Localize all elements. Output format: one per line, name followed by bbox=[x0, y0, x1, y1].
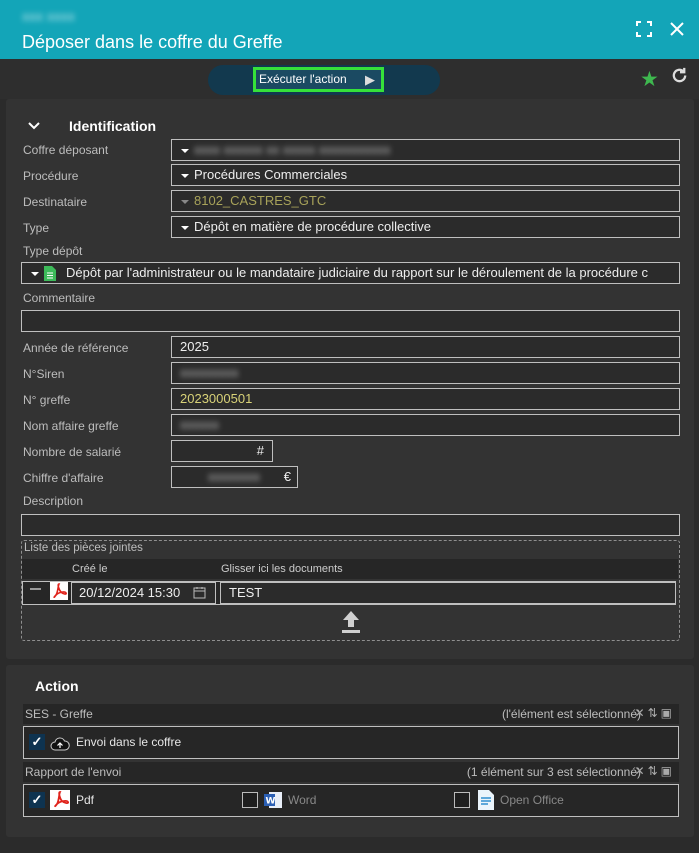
execute-container: Exécuter l'action ▶ bbox=[208, 65, 440, 95]
salaries-label: Nombre de salarié bbox=[23, 445, 122, 459]
refresh-icon[interactable] bbox=[670, 66, 689, 91]
attachments-list-label: Liste des pièces jointes bbox=[24, 542, 143, 554]
window-subtitle: xxx xxxx bbox=[22, 8, 75, 24]
type-depot-label: Type dépôt bbox=[23, 244, 83, 258]
description-label: Description bbox=[23, 494, 84, 508]
ses-options: ✓ Envoi dans le coffre bbox=[23, 726, 679, 759]
ses-status: (l'élément est sélectionné) bbox=[501, 707, 641, 721]
pdf-format-icon bbox=[50, 790, 70, 810]
window-title: Déposer dans le coffre du Greffe bbox=[22, 32, 283, 52]
envoi-checkbox[interactable]: ✓ bbox=[29, 734, 45, 750]
execute-action-button[interactable]: Exécuter l'action ▶ bbox=[253, 67, 384, 92]
openoffice-label: Open Office bbox=[500, 793, 564, 807]
report-tools-icon[interactable]: ✕⇅▣ bbox=[635, 764, 675, 778]
remove-row-icon[interactable] bbox=[30, 588, 41, 590]
ses-tools-icon[interactable]: ✕⇅▣ bbox=[635, 706, 675, 720]
greffe-label: N° greffe bbox=[23, 393, 71, 407]
identification-title: Identification bbox=[69, 118, 157, 134]
window-header: xxx xxxx Déposer dans le coffre du Greff… bbox=[0, 0, 699, 59]
type-label: Type bbox=[23, 221, 50, 235]
upload-icon[interactable] bbox=[341, 610, 361, 634]
commentaire-input[interactable] bbox=[21, 310, 680, 332]
destinataire-label: Destinataire bbox=[23, 195, 88, 209]
execute-label: Exécuter l'action bbox=[259, 72, 347, 86]
ses-bar: SES - Greffe (l'élément est sélectionné)… bbox=[23, 704, 679, 724]
envoi-label: Envoi dans le coffre bbox=[76, 735, 182, 749]
siren-label: N°Siren bbox=[23, 367, 65, 381]
close-icon[interactable] bbox=[667, 20, 687, 40]
nom-affaire-input[interactable]: xxxxxx bbox=[171, 414, 680, 436]
collapse-chevron-icon[interactable] bbox=[27, 119, 41, 133]
word-icon: W bbox=[264, 792, 282, 808]
pdf-icon bbox=[50, 582, 68, 600]
document-icon bbox=[44, 266, 56, 281]
report-formats: ✓ Pdf W Word Open Office bbox=[23, 784, 679, 817]
nom-affaire-label: Nom affaire greffe bbox=[23, 419, 119, 433]
toolbar: Exécuter l'action ▶ ★ bbox=[0, 59, 699, 99]
type-depot-select[interactable]: Dépôt par l'administrateur ou le mandata… bbox=[21, 262, 680, 284]
play-icon: ▶ bbox=[365, 72, 375, 87]
coffre-select[interactable]: xxxx xxxxxx xx xxxxx xxxxxxxxxxx bbox=[171, 139, 680, 161]
commentaire-label: Commentaire bbox=[23, 291, 96, 305]
action-title: Action bbox=[35, 678, 79, 694]
attachments-header bbox=[22, 559, 678, 579]
annee-label: Année de référence bbox=[23, 341, 129, 355]
document-name-input[interactable]: TEST bbox=[220, 582, 676, 604]
col-created-header: Créé le bbox=[72, 563, 108, 575]
description-input[interactable] bbox=[21, 514, 680, 536]
chiffre-label: Chiffre d'affaire bbox=[23, 471, 104, 485]
pdf-checkbox[interactable]: ✓ bbox=[29, 792, 45, 808]
report-label: Rapport de l'envoi bbox=[25, 765, 122, 779]
calendar-icon[interactable] bbox=[193, 586, 206, 599]
pdf-label: Pdf bbox=[76, 793, 95, 807]
report-bar: Rapport de l'envoi (1 élément sur 3 est … bbox=[23, 762, 679, 782]
procedure-label: Procédure bbox=[23, 169, 79, 183]
favorite-star-icon[interactable]: ★ bbox=[640, 67, 659, 92]
open-office-icon bbox=[478, 790, 494, 810]
destinataire-select: 8102_CASTRES_GTC bbox=[171, 190, 680, 212]
word-checkbox[interactable] bbox=[242, 792, 258, 808]
cloud-upload-icon bbox=[50, 737, 70, 751]
word-label: Word bbox=[288, 793, 317, 807]
greffe-input[interactable]: 2023000501 bbox=[171, 388, 680, 410]
siren-input[interactable]: xxxxxxxxx bbox=[171, 362, 680, 384]
annee-input[interactable]: 2025 bbox=[171, 336, 680, 358]
chiffre-input[interactable]: xxxxxxxx € bbox=[171, 466, 298, 488]
coffre-label: Coffre déposant bbox=[23, 143, 109, 157]
report-status: (1 élément sur 3 est sélectionné) bbox=[466, 765, 641, 779]
ses-label: SES - Greffe bbox=[25, 707, 93, 721]
procedure-select[interactable]: Procédures Commerciales bbox=[171, 164, 680, 186]
fullscreen-icon[interactable] bbox=[634, 20, 654, 40]
type-select[interactable]: Dépôt en matière de procédure collective bbox=[171, 216, 680, 238]
salaries-input[interactable]: # bbox=[171, 440, 273, 462]
svg-text:W: W bbox=[266, 797, 276, 807]
col-docs-header: Glisser ici les documents bbox=[221, 563, 343, 575]
openoffice-checkbox[interactable] bbox=[454, 792, 470, 808]
